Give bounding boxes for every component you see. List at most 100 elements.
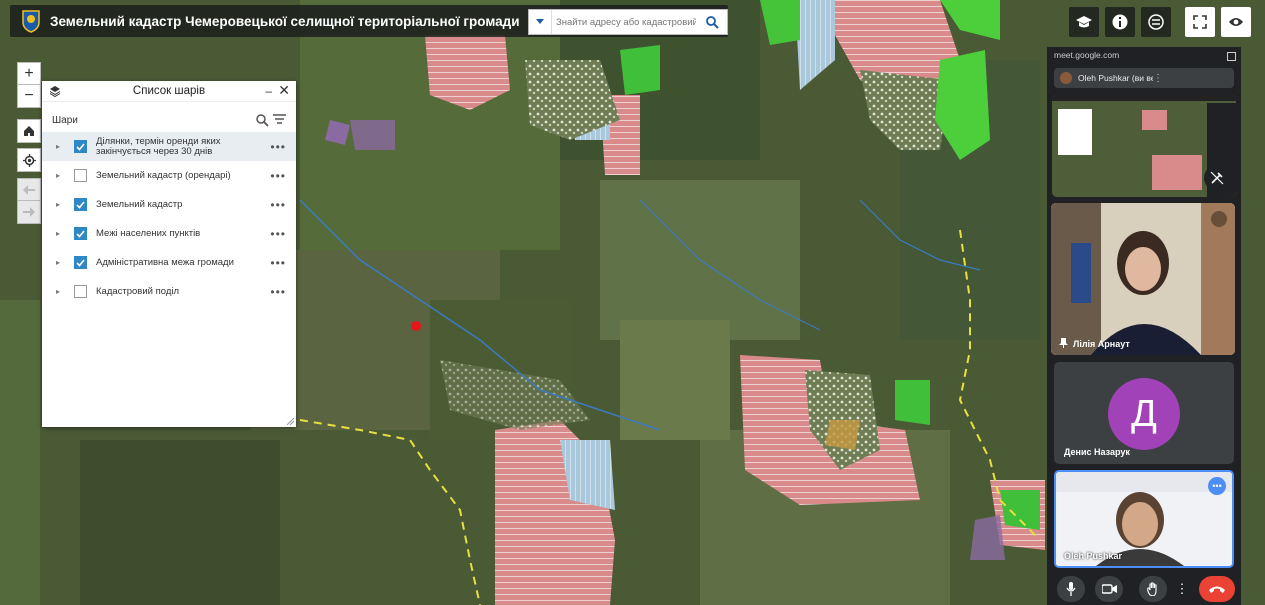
checkmark-icon bbox=[76, 142, 85, 151]
checkmark-icon bbox=[76, 200, 85, 209]
layer-item[interactable]: ▸ Межі населених пунктів ••• bbox=[42, 219, 296, 248]
home-button[interactable] bbox=[17, 119, 41, 143]
search-source-dropdown[interactable] bbox=[529, 10, 552, 34]
layer-name: Ділянки, термін оренди яких закінчується… bbox=[96, 135, 221, 157]
participant-tile[interactable]: Лілія Арнаут bbox=[1051, 203, 1235, 355]
fullscreen-icon bbox=[1193, 15, 1207, 29]
expand-arrow-icon[interactable]: ▸ bbox=[56, 287, 66, 296]
layer-list-panel: Список шарів – ✕ Шари ▸ Ділянки, термін … bbox=[42, 81, 296, 427]
screen-share-preview[interactable] bbox=[1052, 95, 1236, 197]
back-extent-button[interactable] bbox=[17, 178, 41, 202]
video-camera-icon bbox=[1101, 584, 1117, 594]
more-options-icon[interactable]: ••• bbox=[270, 140, 286, 154]
zoom-out-button[interactable]: − bbox=[17, 84, 41, 108]
layer-name: Земельний кадастр (орендарі) bbox=[96, 169, 231, 181]
layer-item[interactable]: ▸ Ділянки, термін оренди яких закінчуєть… bbox=[42, 132, 296, 161]
meet-url: meet.google.com bbox=[1054, 50, 1120, 60]
locate-button[interactable] bbox=[17, 148, 41, 172]
address-search bbox=[528, 9, 728, 35]
checkmark-icon bbox=[76, 229, 85, 238]
coat-of-arms-logo bbox=[22, 10, 40, 33]
mic-icon bbox=[1066, 582, 1076, 596]
layer-panel-title: Список шарів bbox=[132, 85, 206, 97]
layers-section-label: Шари bbox=[52, 114, 78, 126]
presenting-banner[interactable]: Oleh Pushkar (ви ведете презен... ⋮ bbox=[1054, 68, 1234, 88]
home-icon bbox=[24, 126, 34, 136]
layers-share-icon bbox=[1148, 14, 1164, 30]
layer-checkbox[interactable] bbox=[74, 169, 87, 182]
participant-tile[interactable]: Д Денис Назарук bbox=[1054, 362, 1234, 464]
presenting-text: Oleh Pushkar (ви ведете презен... bbox=[1078, 73, 1153, 83]
resize-handle-icon[interactable] bbox=[287, 418, 294, 425]
close-icon[interactable]: ✕ bbox=[278, 82, 290, 99]
layer-panel-header: Список шарів – ✕ bbox=[42, 81, 296, 102]
expand-arrow-icon[interactable]: ▸ bbox=[56, 229, 66, 238]
arrow-right-icon bbox=[23, 207, 35, 217]
layer-item[interactable]: ▸ Адміністративна межа громади ••• bbox=[42, 248, 296, 277]
more-options-button[interactable]: ⋮ bbox=[1174, 576, 1190, 602]
search-icon[interactable] bbox=[256, 113, 269, 127]
app-title: Земельний кадастр Чемеровецької селищної… bbox=[50, 13, 520, 29]
layer-checkbox[interactable] bbox=[74, 285, 87, 298]
layer-name: Адміністративна межа громади bbox=[96, 256, 234, 268]
layer-name: Межі населених пунктів bbox=[96, 227, 201, 239]
expand-arrow-icon[interactable]: ▸ bbox=[56, 200, 66, 209]
participant-name: Лілія Арнаут bbox=[1073, 339, 1130, 349]
expand-arrow-icon[interactable]: ▸ bbox=[56, 258, 66, 267]
graduation-cap-icon bbox=[1076, 16, 1092, 28]
caret-down-icon bbox=[536, 19, 544, 24]
participant-name: Oleh Pushkar bbox=[1064, 551, 1123, 561]
arrow-left-icon bbox=[23, 185, 35, 195]
mic-button[interactable] bbox=[1057, 576, 1085, 602]
popout-icon[interactable] bbox=[1227, 52, 1236, 61]
avatar bbox=[1060, 72, 1072, 84]
participant-tile[interactable]: ••• Oleh Pushkar bbox=[1054, 470, 1234, 568]
graduation-cap-button[interactable] bbox=[1069, 7, 1099, 37]
info-button[interactable] bbox=[1105, 7, 1135, 37]
layer-checkbox[interactable] bbox=[74, 140, 87, 153]
fullscreen-button[interactable] bbox=[1185, 7, 1215, 37]
zoom-in-button[interactable]: + bbox=[17, 62, 41, 86]
forward-extent-button[interactable] bbox=[17, 200, 41, 224]
participant-video bbox=[1051, 203, 1235, 355]
more-options-icon[interactable]: ••• bbox=[270, 169, 286, 183]
more-options-icon[interactable]: ••• bbox=[270, 227, 286, 241]
layer-item[interactable]: ▸ Земельний кадастр (орендарі) ••• bbox=[42, 161, 296, 190]
end-call-button[interactable] bbox=[1199, 576, 1235, 602]
layer-name: Земельний кадастр bbox=[96, 198, 183, 210]
more-options-icon[interactable]: ••• bbox=[270, 285, 286, 299]
search-button[interactable] bbox=[700, 15, 724, 29]
locate-icon bbox=[22, 153, 36, 167]
expand-arrow-icon[interactable]: ▸ bbox=[56, 142, 66, 151]
search-icon bbox=[705, 15, 719, 29]
search-input[interactable] bbox=[552, 16, 700, 28]
layer-name: Кадастровий поділ bbox=[96, 285, 180, 297]
filter-list-icon[interactable] bbox=[273, 114, 286, 126]
visibility-button[interactable] bbox=[1221, 7, 1251, 37]
more-options-icon[interactable]: ••• bbox=[1208, 477, 1226, 495]
pen-off-icon bbox=[1210, 171, 1224, 185]
layer-panel-toolbar: Шари bbox=[42, 102, 296, 132]
camera-button[interactable] bbox=[1095, 576, 1123, 602]
layers-share-button[interactable] bbox=[1141, 7, 1171, 37]
info-icon bbox=[1112, 14, 1128, 30]
pin-icon[interactable] bbox=[1059, 338, 1068, 348]
checkmark-icon bbox=[76, 258, 85, 267]
layer-item[interactable]: ▸ Кадастровий поділ ••• bbox=[42, 277, 296, 306]
raise-hand-button[interactable] bbox=[1139, 576, 1167, 602]
hand-icon bbox=[1147, 582, 1157, 596]
layer-checkbox[interactable] bbox=[74, 198, 87, 211]
mic-off-icon bbox=[1211, 211, 1227, 227]
stop-share-button[interactable] bbox=[1204, 165, 1230, 191]
minimize-icon[interactable]: – bbox=[265, 84, 272, 98]
phone-hangup-icon bbox=[1209, 586, 1225, 593]
more-vert-icon: ⋮ bbox=[1175, 581, 1189, 596]
more-options-icon[interactable]: ••• bbox=[270, 198, 286, 212]
layer-checkbox[interactable] bbox=[74, 227, 87, 240]
more-vert-icon[interactable]: ⋮ bbox=[1153, 73, 1228, 84]
layer-item[interactable]: ▸ Земельний кадастр ••• bbox=[42, 190, 296, 219]
layer-list: ▸ Ділянки, термін оренди яких закінчуєть… bbox=[42, 132, 296, 306]
more-options-icon[interactable]: ••• bbox=[270, 256, 286, 270]
layer-checkbox[interactable] bbox=[74, 256, 87, 269]
expand-arrow-icon[interactable]: ▸ bbox=[56, 171, 66, 180]
